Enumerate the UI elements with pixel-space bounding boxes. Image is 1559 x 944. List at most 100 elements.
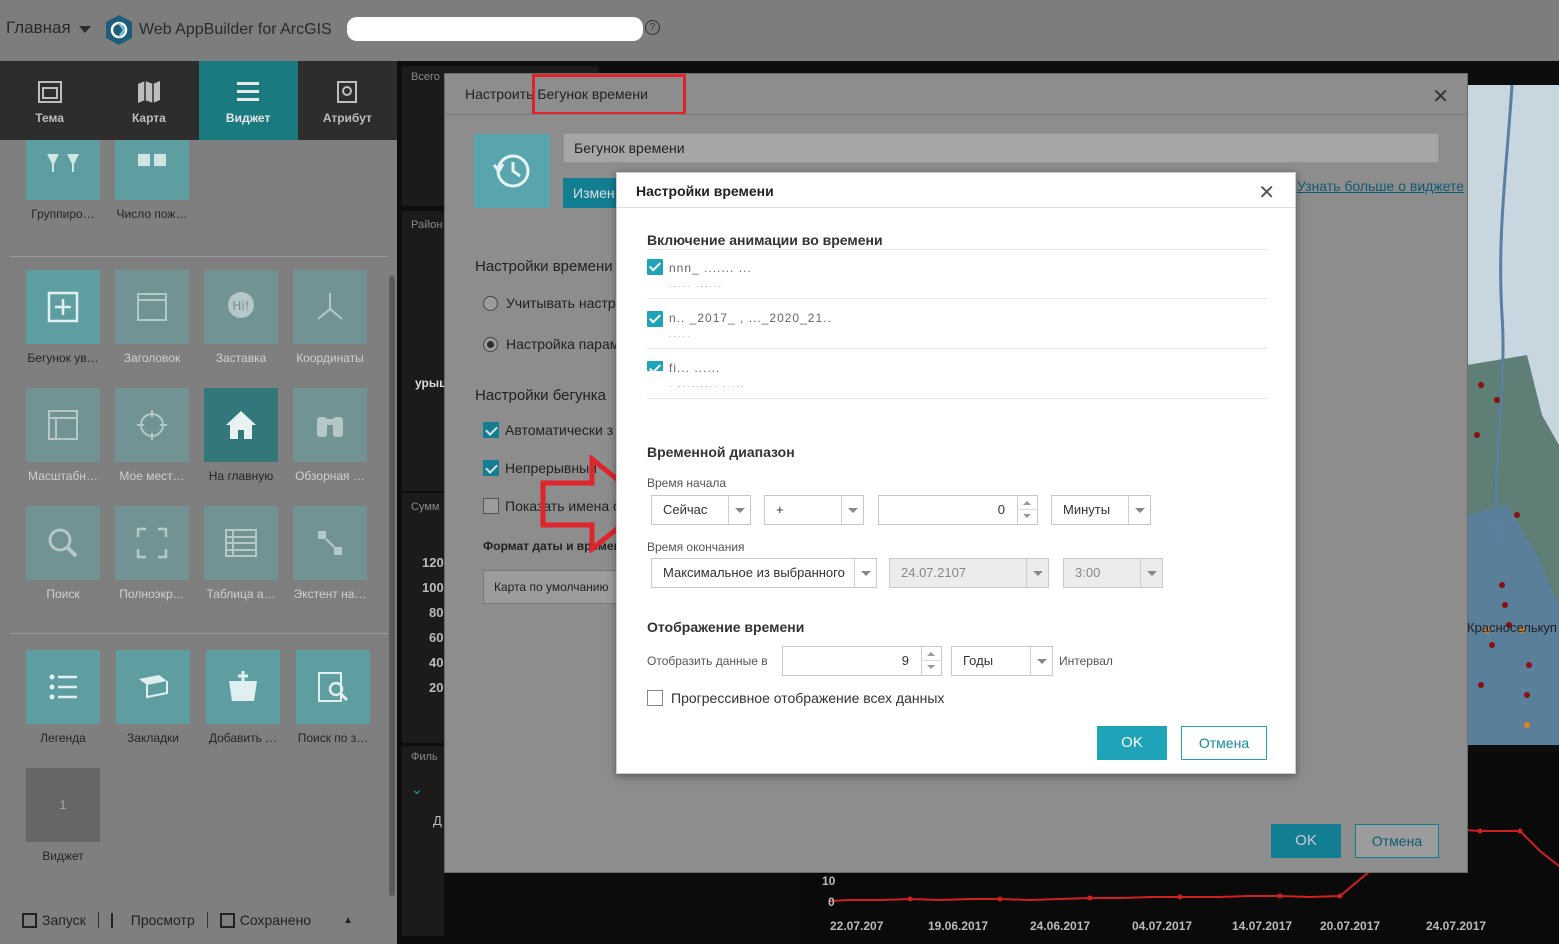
- widget-placeholder[interactable]: 1 Виджет: [18, 768, 108, 863]
- widget-my-location[interactable]: Мое мест…: [107, 388, 197, 483]
- preview-label-area: урыц: [415, 376, 447, 390]
- select-value: Годы: [963, 653, 994, 668]
- chart-x-tick: 14.07.2017: [1232, 919, 1293, 933]
- widget-overview[interactable]: Обзорная …: [285, 388, 375, 483]
- layer-row[interactable]: nnn_ ....... ... ..... ......: [647, 249, 1267, 299]
- widget-label: Группиро…: [31, 207, 95, 221]
- display-count-stepper[interactable]: 9: [782, 646, 942, 676]
- widget-header[interactable]: Заголовок: [107, 270, 197, 365]
- widget-attribute-table[interactable]: Таблица а…: [196, 506, 286, 601]
- widget-time-slider[interactable]: Бегунок ув…: [18, 270, 108, 365]
- time-settings-heading: Настройки времени: [475, 258, 613, 275]
- display-unit-select[interactable]: Годы: [951, 646, 1053, 676]
- filter-icon: [26, 140, 100, 200]
- app-logo-icon: [106, 15, 132, 45]
- stepper-arrows-icon[interactable]: [921, 647, 941, 675]
- tab-attribute[interactable]: Атрибут: [298, 61, 397, 140]
- widget-group-filter[interactable]: Группиро…: [18, 140, 108, 221]
- axis-tick: 60: [429, 630, 444, 645]
- map-preview[interactable]: Красноселькуп: [1467, 85, 1559, 745]
- layer-checkbox-checked[interactable]: [647, 259, 663, 275]
- preview-panel-filter: [402, 746, 444, 936]
- help-icon[interactable]: ?: [645, 20, 660, 35]
- attribute-table-icon: [204, 506, 278, 580]
- tab-map[interactable]: Карта: [99, 61, 198, 140]
- layer-checkbox-checked[interactable]: [647, 311, 663, 327]
- cancel-button[interactable]: Отмена: [1355, 824, 1439, 858]
- cancel-button[interactable]: Отмена: [1181, 726, 1267, 760]
- coordinates-icon: [293, 270, 367, 344]
- tab-theme-label: Тема: [35, 111, 64, 125]
- widget-scalebar[interactable]: Масштабн…: [18, 388, 108, 483]
- chart-x-tick: 24.06.2017: [1030, 919, 1091, 933]
- red-highlight-box: [532, 74, 686, 115]
- stepper-value: 0: [997, 502, 1005, 517]
- end-mode-select[interactable]: Максимальное из выбранного: [651, 558, 877, 588]
- widget-home[interactable]: На главную: [196, 388, 286, 483]
- ok-button[interactable]: OK: [1097, 726, 1167, 760]
- input-value: 3:00: [1075, 565, 1101, 580]
- layer-checkbox-checked[interactable]: [647, 361, 663, 371]
- chevron-down-icon: [1026, 559, 1048, 587]
- layer-row[interactable]: n.. _2017_ , ..._2020_21.. .....: [647, 299, 1267, 349]
- widget-label: Поиск: [46, 587, 80, 601]
- save-label: Сохранено: [239, 912, 312, 928]
- start-unit-select[interactable]: Минуты: [1051, 495, 1151, 525]
- left-panel-scrollbar[interactable]: [389, 276, 395, 896]
- start-offset-stepper[interactable]: 0: [878, 495, 1038, 525]
- map-canvas: [1467, 85, 1559, 745]
- stepper-arrows-icon[interactable]: [1017, 496, 1037, 524]
- widget-search[interactable]: Поиск: [18, 506, 108, 601]
- animation-heading: Включение анимации во времени: [647, 232, 883, 248]
- learn-more-link[interactable]: Узнать больше о виджете: [1297, 178, 1464, 194]
- chevron-up-icon[interactable]: ▲: [343, 915, 353, 926]
- widget-extent-navigate[interactable]: Экстент на…: [285, 506, 375, 601]
- radio-circle: [483, 295, 498, 311]
- widget-name-input[interactable]: Бегунок времени: [563, 133, 1439, 163]
- preview-label-date: Д: [433, 813, 442, 828]
- checkbox-checked: [483, 422, 499, 438]
- close-icon[interactable]: ✕: [1432, 84, 1449, 109]
- radio-label: Учитывать настро: [506, 295, 624, 311]
- widget-splash[interactable]: Hi! Заставка: [196, 270, 286, 365]
- widget-legend[interactable]: Легенда: [18, 650, 108, 745]
- start-mode-select[interactable]: Сейчас: [651, 495, 751, 525]
- scalebar-icon: [26, 388, 100, 462]
- widget-infographic[interactable]: Число пож…: [107, 140, 197, 221]
- chart-x-tick: 19.06.2017: [928, 919, 989, 933]
- date-format-select[interactable]: Карта по умолчанию: [483, 570, 618, 604]
- widget-fullscreen[interactable]: Полноэкр…: [107, 506, 197, 601]
- change-icon-button[interactable]: Измен: [563, 178, 623, 208]
- widget-coordinates[interactable]: Координаты: [285, 270, 375, 365]
- time-settings-dialog: Настройки времени ✕ Включение анимации в…: [616, 172, 1296, 774]
- chevron-down-icon[interactable]: ⌄: [411, 781, 423, 798]
- preview-icon: [110, 912, 126, 928]
- chevron-down-icon: [854, 559, 876, 587]
- infographic-icon: [115, 140, 189, 200]
- chart-x-tick: 04.07.2017: [1132, 919, 1193, 933]
- home-menu[interactable]: Главная: [6, 18, 91, 38]
- widget-add-data[interactable]: Добавить …: [198, 650, 288, 745]
- widget-bookmark[interactable]: Закладки: [108, 650, 198, 745]
- tab-widget[interactable]: Виджет: [198, 61, 298, 140]
- divider: [445, 114, 1467, 115]
- radio-configure-params[interactable]: Настройка парам: [483, 336, 619, 352]
- start-sign-select[interactable]: +: [764, 495, 864, 525]
- add-data-icon: [206, 650, 280, 724]
- save-button[interactable]: Сохранено: [219, 912, 312, 928]
- widget-label: Таблица а…: [206, 587, 276, 601]
- splash-icon: Hi!: [204, 270, 278, 344]
- widget-label: Заставка: [215, 351, 267, 365]
- launch-button[interactable]: Запуск: [22, 912, 86, 928]
- progressive-checkbox[interactable]: Прогрессивное отображение всех данных: [647, 690, 944, 706]
- display-suffix-label: Интервал: [1059, 654, 1113, 668]
- tab-theme[interactable]: Тема: [0, 61, 99, 140]
- radio-use-layer-settings[interactable]: Учитывать настро: [483, 295, 623, 311]
- widget-query[interactable]: Поиск по з…: [288, 650, 378, 745]
- layer-row[interactable]: fi... ...... . ......... . ...: [647, 349, 1267, 399]
- close-icon[interactable]: ✕: [1258, 180, 1275, 205]
- preview-button[interactable]: Просмотр: [110, 912, 195, 928]
- checkbox-auto[interactable]: Автоматически з: [483, 422, 613, 438]
- ok-button[interactable]: OK: [1271, 824, 1341, 858]
- dialog-title-prefix: Настроить: [465, 86, 534, 102]
